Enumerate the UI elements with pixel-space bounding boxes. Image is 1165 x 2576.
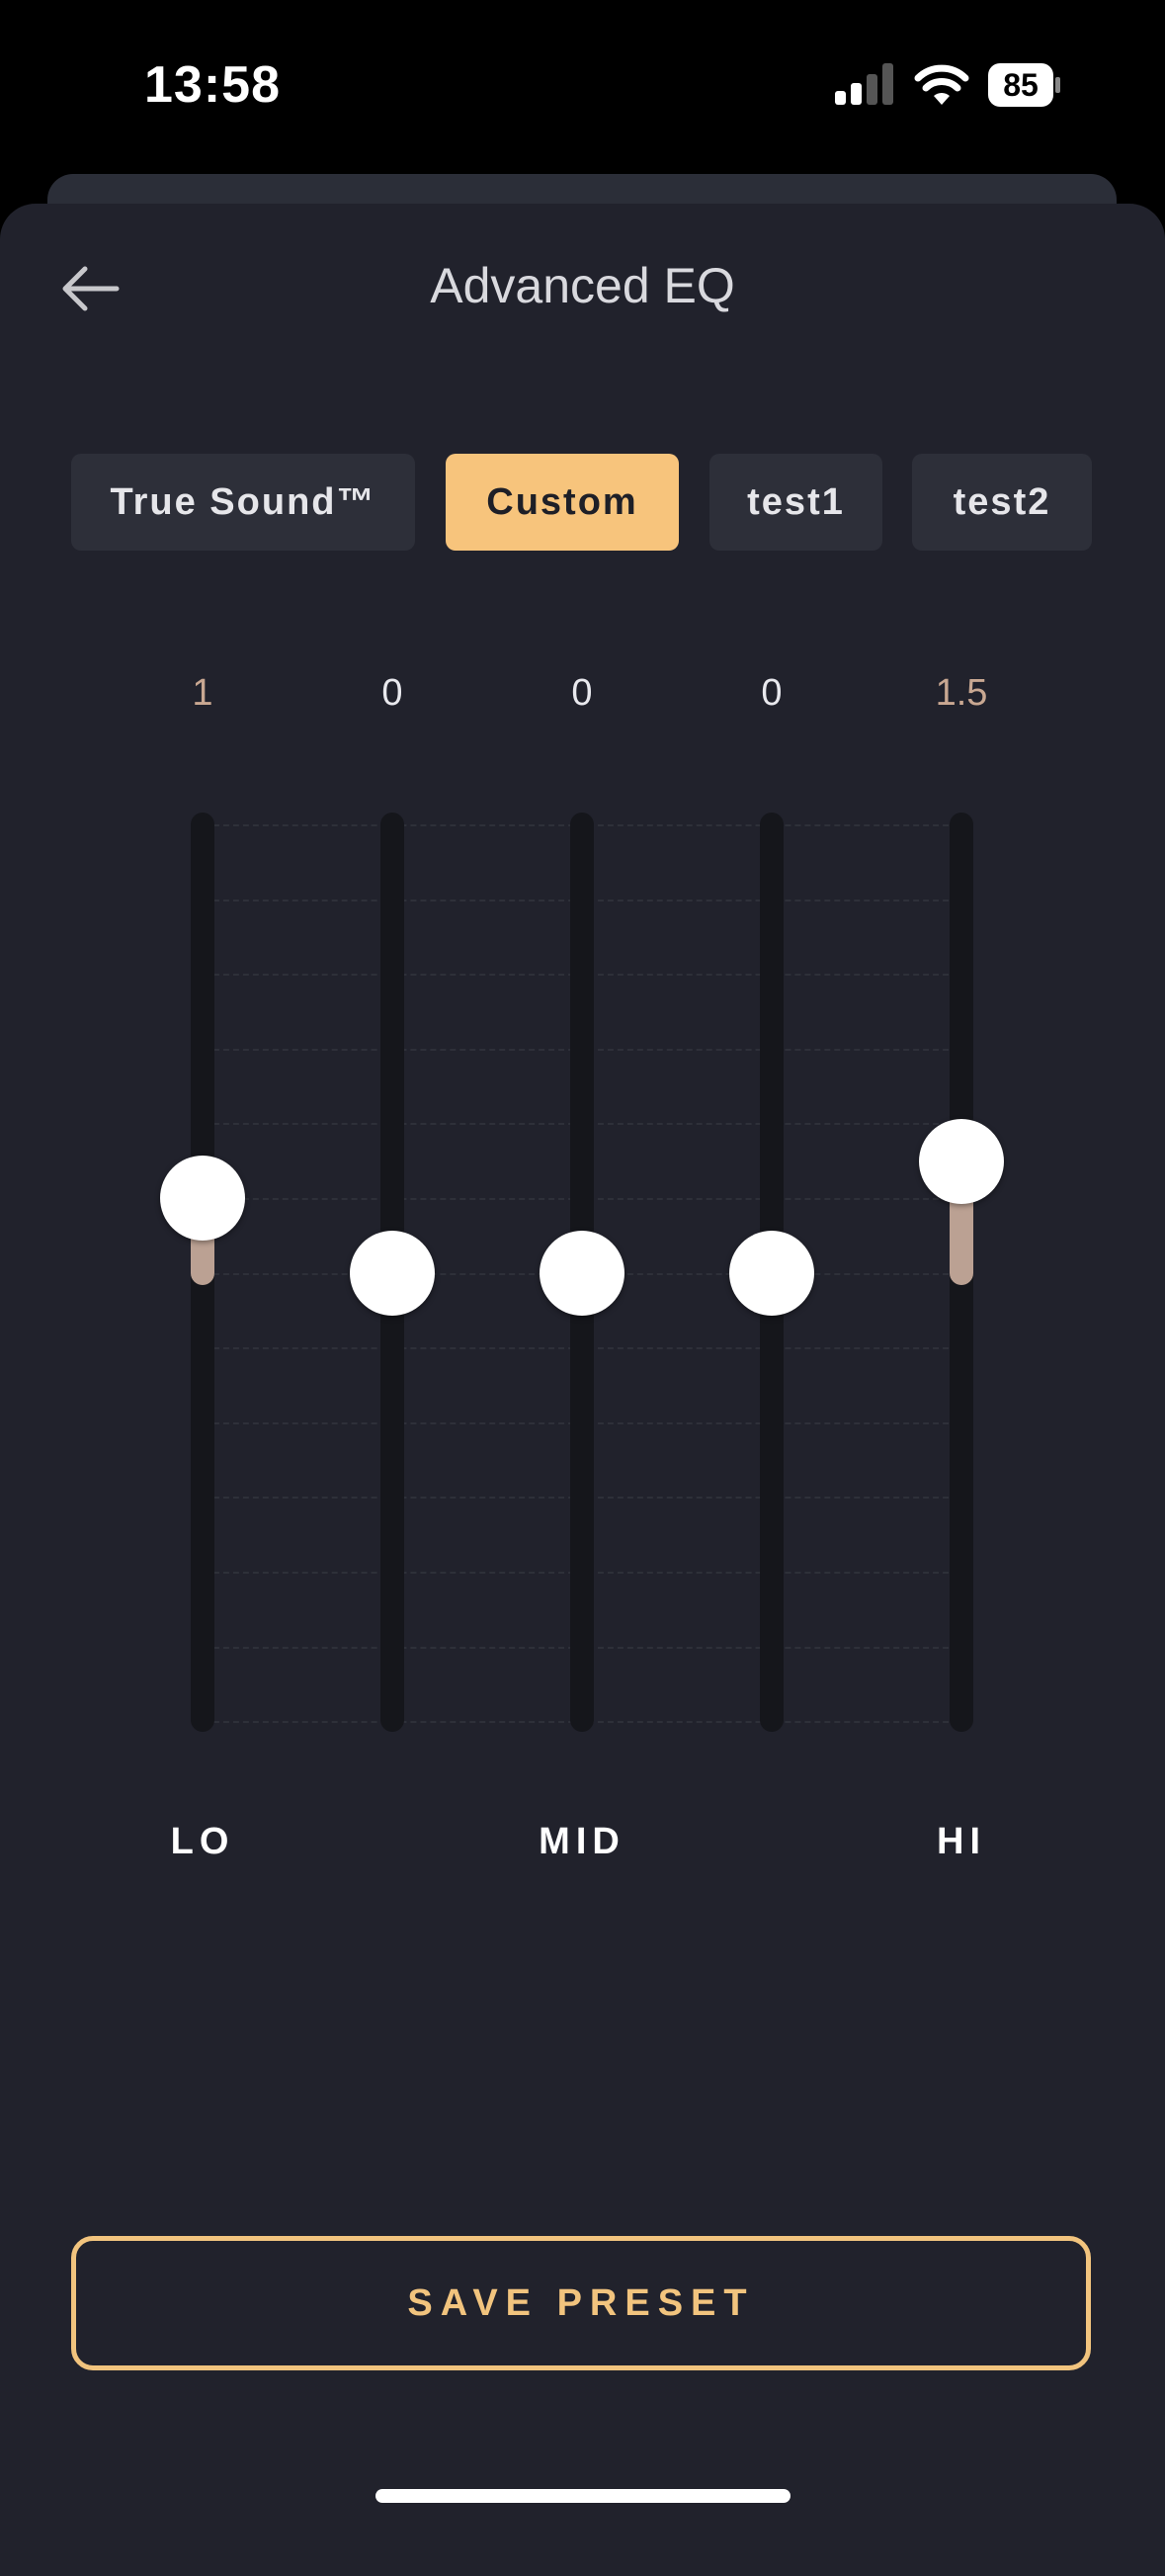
preset-test1[interactable]: test1 bbox=[709, 454, 882, 551]
save-preset-button[interactable]: SAVE PRESET bbox=[71, 2236, 1091, 2370]
slider-knob[interactable] bbox=[540, 1231, 624, 1316]
preset-true-sound[interactable]: True Sound™ bbox=[71, 454, 415, 551]
eq-value-band-3: 0 bbox=[571, 672, 593, 714]
preset-test2[interactable]: test2 bbox=[912, 454, 1092, 551]
eq-value-band-4: 0 bbox=[761, 672, 783, 714]
band-label-mid: MID bbox=[539, 1821, 625, 1862]
page-title: Advanced EQ bbox=[430, 258, 735, 313]
cellular-signal-icon bbox=[835, 63, 896, 105]
preset-custom[interactable]: Custom bbox=[446, 454, 679, 551]
band-label-lo: LO bbox=[170, 1821, 235, 1862]
status-bar: 13:58 85 bbox=[0, 0, 1165, 168]
slider-knob[interactable] bbox=[160, 1156, 245, 1242]
battery-level: 85 bbox=[988, 63, 1053, 107]
battery-icon: 85 bbox=[988, 63, 1060, 107]
status-time: 13:58 bbox=[144, 56, 281, 114]
eq-value-band-5: 1.5 bbox=[935, 672, 988, 714]
wifi-icon bbox=[914, 64, 969, 105]
eq-value-band-1: 1 bbox=[192, 672, 213, 714]
band-label-hi: HI bbox=[937, 1821, 986, 1862]
slider-knob[interactable] bbox=[729, 1231, 814, 1316]
eq-value-band-2: 0 bbox=[381, 672, 403, 714]
slider-knob[interactable] bbox=[919, 1118, 1004, 1204]
slider-knob[interactable] bbox=[350, 1231, 435, 1316]
home-indicator bbox=[375, 2489, 791, 2503]
